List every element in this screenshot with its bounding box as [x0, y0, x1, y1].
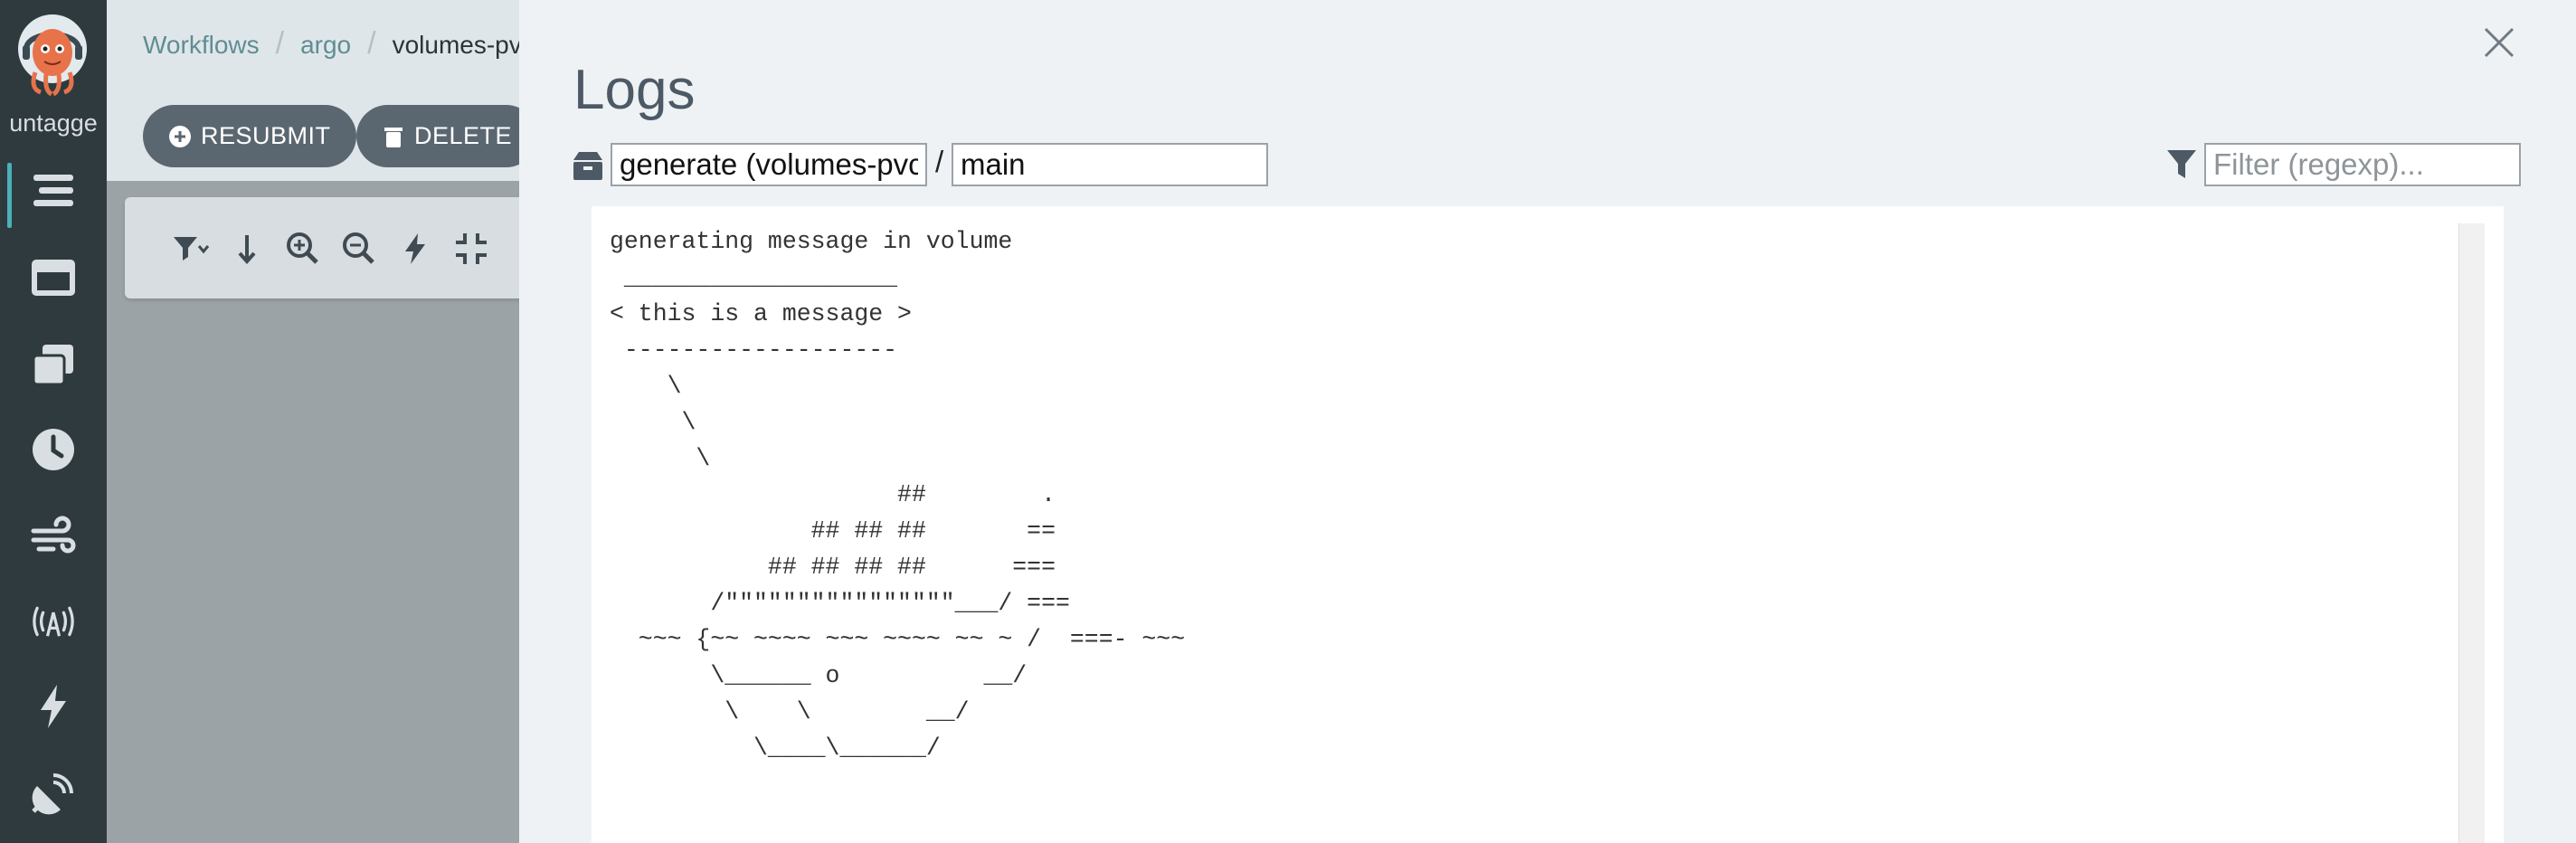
clone-icon: [32, 345, 73, 386]
container-select-input[interactable]: [952, 143, 1268, 186]
plus-circle-icon: [169, 125, 191, 147]
compress-icon: [456, 233, 487, 264]
nav-item-templates[interactable]: [0, 246, 107, 309]
bolt-button[interactable]: [394, 228, 436, 270]
zoom-out-icon: [343, 232, 374, 264]
breadcrumb: Workflows / argo / volumes-pvc-: [143, 26, 543, 62]
breadcrumb-namespace[interactable]: argo: [300, 31, 351, 60]
nav-item-cluster-templates[interactable]: [0, 333, 107, 396]
nav-item-event-sources[interactable]: [0, 590, 107, 653]
scroll-down-button[interactable]: [226, 228, 268, 270]
log-scrollbar[interactable]: [2458, 223, 2485, 843]
log-content: generating message in volume ___________…: [610, 228, 1186, 762]
nav-item-cron[interactable]: [0, 418, 107, 481]
breadcrumb-workflows[interactable]: Workflows: [143, 31, 260, 60]
delete-label: DELETE: [414, 122, 513, 149]
stream-icon: [33, 175, 73, 206]
bolt-icon: [405, 233, 425, 264]
filter-dropdown-button[interactable]: [170, 228, 212, 270]
resubmit-button[interactable]: RESUBMIT: [143, 105, 356, 167]
zoom-out-button[interactable]: [338, 228, 380, 270]
breadcrumb-separator: /: [275, 26, 285, 61]
broadcast-icon: [33, 606, 74, 637]
satellite-dish-icon: [32, 773, 73, 815]
breadcrumb-separator: /: [367, 26, 376, 61]
nav-item-event-sources-dish[interactable]: [0, 762, 107, 825]
window-icon: [32, 260, 75, 296]
zoom-in-icon: [287, 232, 318, 264]
filter-dropdown-icon: [174, 237, 210, 260]
nav-item-event-flow[interactable]: [0, 505, 107, 568]
zoom-in-button[interactable]: [282, 228, 324, 270]
nav-user-label: untagge: [9, 109, 98, 137]
nav-item-sensors[interactable]: [0, 675, 107, 738]
log-viewer[interactable]: generating message in volume ___________…: [610, 223, 2458, 843]
resubmit-label: RESUBMIT: [201, 122, 331, 149]
left-nav: untagge: [0, 0, 107, 843]
pod-container-separator: /: [935, 145, 944, 178]
logs-title: Logs: [573, 59, 696, 121]
filter-icon: [2167, 150, 2196, 178]
arrow-down-icon: [238, 235, 256, 265]
clock-icon: [33, 429, 74, 470]
trash-icon: [384, 127, 402, 147]
box-icon: [573, 152, 602, 180]
delete-button[interactable]: DELETE: [356, 105, 538, 167]
log-filter-input[interactable]: [2204, 143, 2521, 186]
pod-select-input[interactable]: [611, 143, 927, 186]
nav-item-workflows[interactable]: [0, 159, 107, 223]
close-icon[interactable]: [2480, 24, 2518, 62]
bolt-icon: [41, 685, 66, 728]
wind-icon: [31, 516, 76, 554]
compress-button[interactable]: [450, 228, 492, 270]
argo-logo[interactable]: [17, 13, 88, 96]
